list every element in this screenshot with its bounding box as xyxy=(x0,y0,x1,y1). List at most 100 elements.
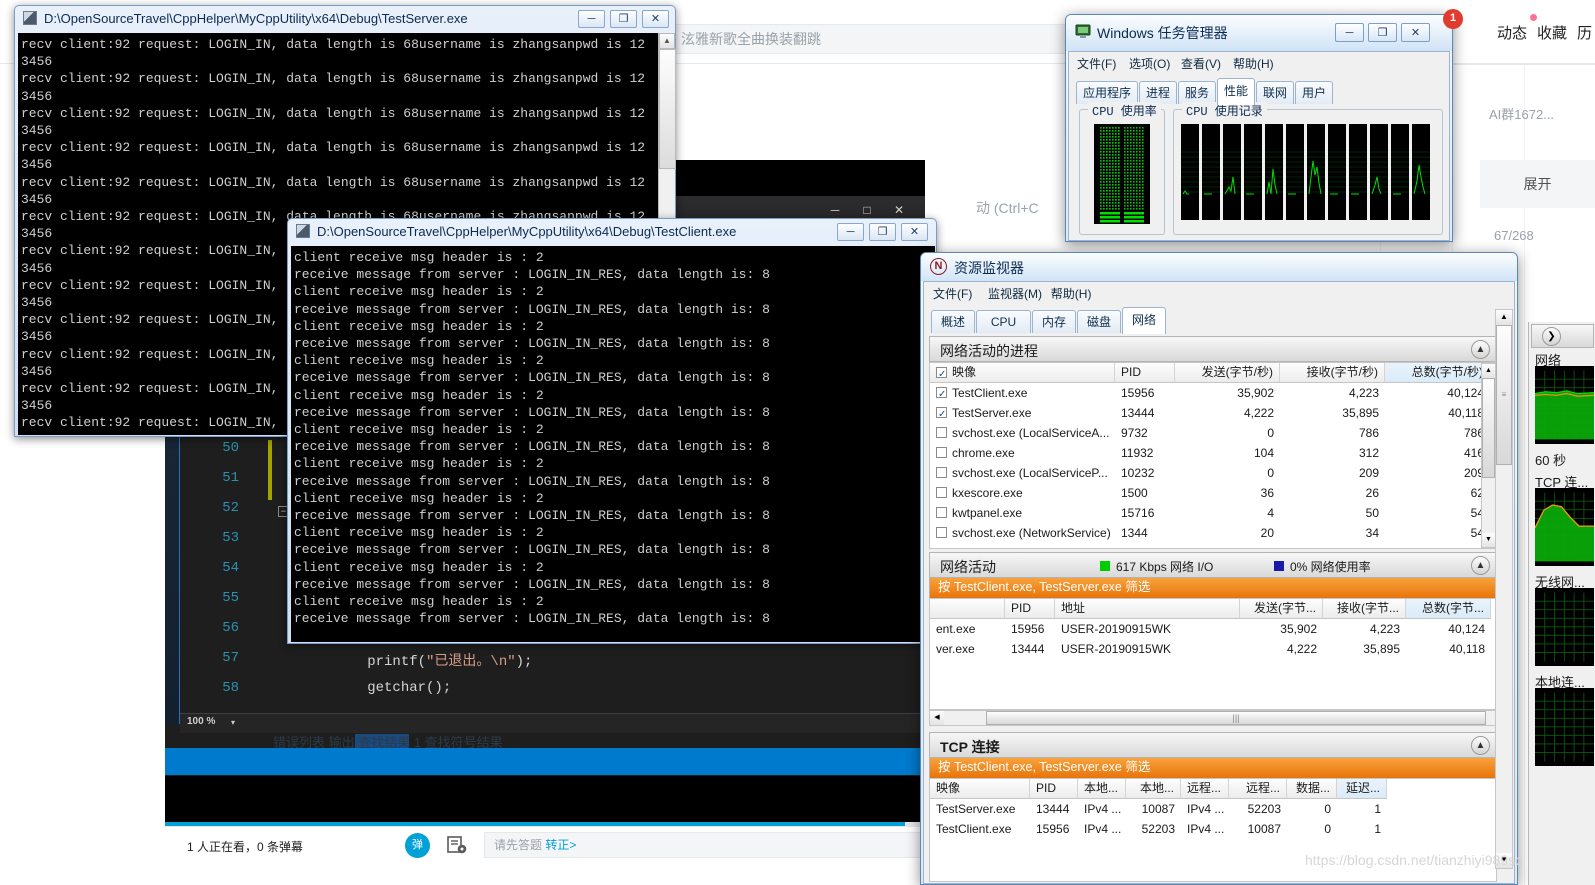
table-cell[interactable]: 10087 xyxy=(1126,799,1181,819)
table-cell[interactable]: 13444 xyxy=(1115,403,1175,423)
column-header-4[interactable]: 远程... xyxy=(1181,779,1229,799)
table-cell[interactable]: svchost.exe (NetworkService) xyxy=(930,523,1115,543)
table-cell[interactable]: USER-20190915WK xyxy=(1055,619,1240,639)
table-cell[interactable]: 0 xyxy=(1287,819,1337,839)
table-cell[interactable]: ver.exe xyxy=(930,639,1005,659)
scroll-down-icon[interactable]: ▼ xyxy=(1482,533,1495,547)
table-cell[interactable]: 13444 xyxy=(1030,799,1078,819)
rm-tab-2[interactable]: 内存 xyxy=(1032,310,1076,333)
client-close-button[interactable]: ✕ xyxy=(901,223,928,241)
nav-item-dongtai[interactable]: 动态 xyxy=(1497,22,1527,43)
column-header-3[interactable]: 发送(字节... xyxy=(1240,599,1323,619)
table-cell[interactable]: 1 xyxy=(1337,799,1387,819)
table-cell[interactable]: 35,902 xyxy=(1175,383,1280,403)
column-header-2[interactable]: 本地... xyxy=(1078,779,1126,799)
server-close-button[interactable]: ✕ xyxy=(642,10,669,28)
scrollbar-thumb[interactable]: ≡ xyxy=(1496,325,1512,465)
table-cell[interactable]: 11932 xyxy=(1115,443,1175,463)
table-cell[interactable]: TestClient.exe xyxy=(930,383,1115,403)
column-header-3[interactable]: 本地... xyxy=(1126,779,1181,799)
table-cell[interactable]: TestServer.exe xyxy=(930,799,1030,819)
tm-tab-3[interactable]: 性能 xyxy=(1217,78,1255,105)
nav-item-shoucang[interactable]: 收藏 xyxy=(1537,22,1567,43)
client-console-title-bar[interactable]: D:\OpenSourceTravel\CppHelper\MyCppUtili… xyxy=(288,219,936,245)
table-cell[interactable]: 4 xyxy=(1175,503,1280,523)
table-cell[interactable]: 40,118 xyxy=(1385,403,1490,423)
table-cell[interactable]: 209 xyxy=(1280,463,1385,483)
table-cell[interactable]: 1344 xyxy=(1115,523,1175,543)
table-cell[interactable]: 13444 xyxy=(1005,639,1055,659)
column-header-2[interactable]: 发送(字节/秒) xyxy=(1175,363,1280,383)
column-header-0[interactable] xyxy=(930,599,1005,619)
tm-close-button[interactable]: ✕ xyxy=(1401,23,1430,42)
table-cell[interactable]: 40,118 xyxy=(1406,639,1491,659)
rm-tab-1[interactable]: CPU xyxy=(976,310,1031,333)
server-console-title-bar[interactable]: D:\OpenSourceTravel\CppHelper\MyCppUtili… xyxy=(15,6,675,32)
activity-table[interactable]: PID 地址 发送(字节... 接收(字节... 总数(字节... ent.exe 159… xyxy=(929,598,1497,710)
table-cell[interactable]: 15956 xyxy=(1030,819,1078,839)
scroll-up-icon[interactable]: ▲ xyxy=(1482,364,1495,378)
danmaku-verify-link[interactable]: 转正> xyxy=(545,838,576,852)
table-cell[interactable]: 4,223 xyxy=(1280,383,1385,403)
table-cell[interactable]: 4,222 xyxy=(1175,403,1280,423)
scrollbar-thumb[interactable]: ||| xyxy=(986,711,1486,725)
table-cell[interactable]: 50 xyxy=(1280,503,1385,523)
column-header-6[interactable]: 数据... xyxy=(1287,779,1337,799)
table-cell[interactable]: TestClient.exe xyxy=(930,819,1030,839)
rm-menu-2[interactable]: 帮助(H) xyxy=(1051,285,1092,302)
table-cell[interactable]: 54 xyxy=(1385,523,1490,543)
row-checkbox[interactable] xyxy=(936,427,947,438)
table-cell[interactable]: 34 xyxy=(1280,523,1385,543)
table-cell[interactable]: 54 xyxy=(1385,503,1490,523)
tcp-section-header[interactable]: TCP 连接 ▲ xyxy=(929,732,1497,758)
server-minimize-button[interactable]: ─ xyxy=(578,10,605,28)
vs-code-line[interactable]: printf("已退出。\n"); xyxy=(300,650,532,670)
row-checkbox[interactable] xyxy=(936,447,947,458)
vs-minimize-button[interactable]: ─ xyxy=(823,200,847,220)
row-checkbox[interactable] xyxy=(936,467,947,478)
rm-menu-1[interactable]: 监视器(M) xyxy=(988,285,1042,302)
server-maximize-button[interactable]: ❐ xyxy=(610,10,637,28)
resource-monitor-scrollbar[interactable]: ▲ ≡ ▼ xyxy=(1495,309,1513,869)
rm-menu-0[interactable]: 文件(F) xyxy=(933,285,972,302)
table-cell[interactable]: IPv4 ... xyxy=(1181,799,1229,819)
expand-chevron-icon[interactable]: ❯ xyxy=(1542,327,1561,346)
table-cell[interactable]: TestServer.exe xyxy=(930,403,1115,423)
resource-monitor-title-bar[interactable]: N 资源监视器 xyxy=(921,253,1517,281)
table-cell[interactable]: 104 xyxy=(1175,443,1280,463)
table-cell[interactable]: USER-20190915WK xyxy=(1055,639,1240,659)
collapse-chevron-icon[interactable]: ▲ xyxy=(1471,736,1490,755)
tm-menu-0[interactable]: 文件(F) xyxy=(1077,55,1116,72)
table-cell[interactable]: 52203 xyxy=(1229,799,1287,819)
chevron-down-icon[interactable]: ▾ xyxy=(231,718,235,727)
table-cell[interactable]: 35,895 xyxy=(1280,403,1385,423)
table-cell[interactable]: chrome.exe xyxy=(930,443,1115,463)
table-cell[interactable]: 40,124 xyxy=(1385,383,1490,403)
table-cell[interactable]: 15956 xyxy=(1115,383,1175,403)
scroll-up-icon[interactable]: ▲ xyxy=(1496,310,1512,325)
tm-tab-2[interactable]: 服务 xyxy=(1178,81,1216,104)
column-header-1[interactable]: PID xyxy=(1030,779,1078,799)
collapse-chevron-icon[interactable]: ▲ xyxy=(1471,556,1490,575)
column-header-5[interactable]: 总数(字节... xyxy=(1406,599,1491,619)
processes-table[interactable]: 映像PID发送(字节/秒)接收(字节/秒)总数(字节/秒) TestClient… xyxy=(929,362,1497,549)
table-cell[interactable]: 0 xyxy=(1175,463,1280,483)
column-header-1[interactable]: PID xyxy=(1005,599,1055,619)
column-header-4[interactable]: 总数(字节/秒) xyxy=(1385,363,1490,383)
scrollbar-thumb[interactable] xyxy=(1482,378,1495,478)
table-cell[interactable]: svchost.exe (LocalServiceA... xyxy=(930,423,1115,443)
rm-tab-4[interactable]: 网络 xyxy=(1122,307,1166,334)
column-header-4[interactable]: 接收(字节... xyxy=(1323,599,1406,619)
collapse-chevron-icon[interactable]: ▲ xyxy=(1471,340,1490,359)
table-cell[interactable]: 9732 xyxy=(1115,423,1175,443)
tm-tab-1[interactable]: 进程 xyxy=(1139,81,1177,104)
table-cell[interactable]: 4,222 xyxy=(1240,639,1323,659)
tm-menu-1[interactable]: 选项(O) xyxy=(1129,55,1170,72)
rm-tab-3[interactable]: 磁盘 xyxy=(1077,310,1121,333)
column-header-2[interactable]: 地址 xyxy=(1055,599,1240,619)
client-maximize-button[interactable]: ❐ xyxy=(869,223,896,241)
column-header-7[interactable]: 延迟... xyxy=(1337,779,1387,799)
client-minimize-button[interactable]: ─ xyxy=(837,223,864,241)
table-cell[interactable]: 416 xyxy=(1385,443,1490,463)
row-checkbox[interactable] xyxy=(936,405,947,423)
